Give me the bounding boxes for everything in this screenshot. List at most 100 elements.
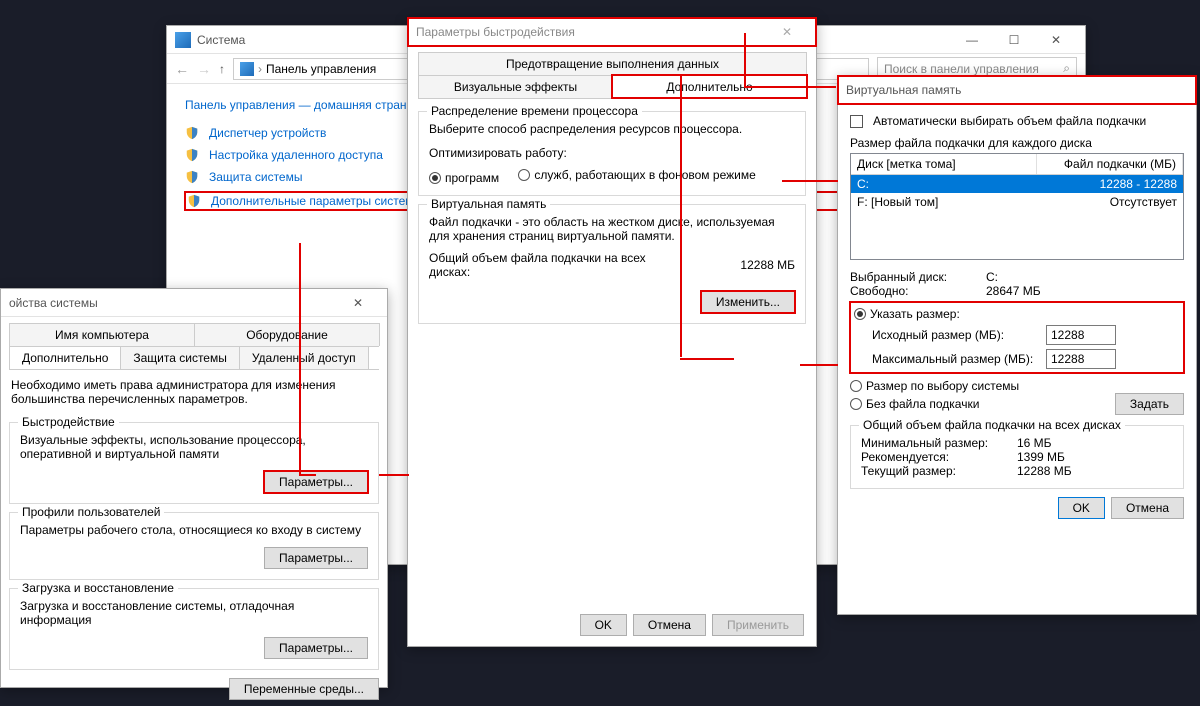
window-title: ойства системы [9, 296, 337, 310]
virtual-memory-window: Виртуальная память Автоматически выбират… [837, 75, 1197, 615]
annotation-line [680, 358, 734, 360]
radio-dot-icon [429, 172, 441, 184]
tab-computer-name[interactable]: Имя компьютера [9, 323, 195, 346]
startup-group: Загрузка и восстановление Загрузка и вос… [9, 588, 379, 670]
tab-hardware[interactable]: Оборудование [194, 323, 380, 346]
tab-dep[interactable]: Предотвращение выполнения данных [418, 52, 807, 75]
performance-options-window: Параметры быстродействия Предотвращение … [407, 17, 817, 647]
max-size-input[interactable] [1046, 349, 1116, 369]
close-button[interactable] [766, 19, 808, 45]
drive-label: C: [857, 177, 1038, 191]
virtual-memory-group: Виртуальная память Файл подкачки - это о… [418, 204, 806, 324]
cancel-button[interactable]: Отмена [633, 614, 706, 636]
tab-visual[interactable]: Визуальные эффекты [418, 75, 613, 98]
col-drive: Диск [метка тома] [851, 154, 1037, 174]
window-title: Виртуальная память [846, 83, 1188, 97]
no-paging-row: Без файла подкачки Задать [850, 393, 1184, 415]
drive-size: 12288 - 12288 [1038, 177, 1177, 191]
env-vars-button[interactable]: Переменные среды... [229, 678, 379, 700]
min-label: Минимальный размер: [861, 436, 1011, 450]
tab-remote[interactable]: Удаленный доступ [239, 346, 369, 369]
radio-dot-icon [854, 308, 866, 320]
selected-drive-label: Выбранный диск: [850, 270, 980, 284]
ok-button[interactable]: OK [580, 614, 627, 636]
group-title: Быстродействие [18, 415, 119, 429]
rec-label: Рекомендуется: [861, 450, 1011, 464]
breadcrumb[interactable]: Панель управления [266, 62, 376, 76]
radio-custom-size[interactable]: Указать размер: [854, 307, 960, 321]
radio-programs[interactable]: программ [429, 171, 499, 185]
change-button[interactable]: Изменить... [701, 291, 795, 313]
up-button[interactable]: ↑ [219, 62, 225, 76]
tab-advanced[interactable]: Дополнительно [9, 346, 121, 369]
minimize-button[interactable] [951, 27, 993, 53]
radio-no-paging[interactable]: Без файла подкачки [850, 397, 1093, 411]
optimize-options: программ служб, работающих в фоновом реж… [429, 168, 795, 185]
dialog-body: Имя компьютера Оборудование Дополнительн… [1, 317, 387, 706]
cpu-scheduling-group: Распределение времени процессора Выберит… [418, 111, 806, 196]
profiles-params-button[interactable]: Параметры... [264, 547, 368, 569]
radio-label: Размер по выбору системы [866, 379, 1019, 393]
dialog-body: Автоматически выбирать объем файла подка… [838, 104, 1196, 529]
total-group: Общий объем файла подкачки на всех диска… [850, 425, 1184, 489]
annotation-line [744, 33, 746, 88]
sidebar-item-label: Дополнительные параметры системы [211, 194, 422, 208]
forward-button[interactable]: → [197, 61, 211, 77]
annotation-line [782, 180, 838, 182]
profiles-group: Профили пользователей Параметры рабочего… [9, 512, 379, 580]
cpu-desc: Выберите способ распределения ресурсов п… [429, 122, 795, 136]
profiles-desc: Параметры рабочего стола, относящиеся ко… [20, 523, 368, 537]
annotation-line [680, 75, 682, 357]
set-button[interactable]: Задать [1115, 393, 1184, 415]
radio-services[interactable]: служб, работающих в фоновом режиме [518, 168, 755, 182]
annotation-line [800, 364, 838, 366]
optimize-label: Оптимизировать работу: [429, 146, 795, 160]
tab-row-bottom: Дополнительно Защита системы Удаленный д… [9, 346, 379, 370]
radio-dot-icon [850, 398, 862, 410]
titlebar: Виртуальная память [838, 76, 1196, 104]
radio-dot-icon [518, 169, 530, 181]
vm-total-value: 12288 МБ [740, 258, 795, 272]
search-icon: ⌕ [1063, 61, 1070, 76]
group-title: Профили пользователей [18, 505, 164, 519]
dialog-body: Предотвращение выполнения данных Визуаль… [408, 46, 816, 338]
sidebar-item-label: Диспетчер устройств [209, 126, 326, 140]
annotation-line [744, 86, 836, 88]
ok-button[interactable]: OK [1058, 497, 1105, 519]
shield-icon [185, 148, 199, 162]
back-button[interactable]: ← [175, 61, 189, 77]
performance-params-button[interactable]: Параметры... [264, 471, 368, 493]
free-value: 28647 МБ [986, 284, 1041, 298]
group-title: Виртуальная память [427, 197, 550, 211]
apply-button[interactable]: Применить [712, 614, 804, 636]
annotation-line [299, 474, 316, 476]
drive-row-f[interactable]: F: [Новый том] Отсутствует [851, 193, 1183, 211]
radio-system-managed[interactable]: Размер по выбору системы [850, 379, 1168, 393]
drive-label: F: [Новый том] [857, 195, 1038, 209]
group-title: Общий объем файла подкачки на всех диска… [859, 418, 1125, 432]
admin-note: Необходимо иметь права администратора дл… [9, 370, 379, 414]
startup-params-button[interactable]: Параметры... [264, 637, 368, 659]
initial-size-label: Исходный размер (МБ): [872, 328, 1040, 342]
drive-list[interactable]: Диск [метка тома] Файл подкачки (МБ) C: … [850, 153, 1184, 260]
radio-label: Без файла подкачки [866, 397, 979, 411]
max-size-label: Максимальный размер (МБ): [872, 352, 1040, 366]
tab-protection[interactable]: Защита системы [120, 346, 239, 369]
close-button[interactable] [337, 290, 379, 316]
selected-drive-value: C: [986, 270, 998, 284]
maximize-button[interactable] [993, 27, 1035, 53]
drive-size: Отсутствует [1038, 195, 1177, 209]
drive-list-header: Диск [метка тома] Файл подкачки (МБ) [851, 154, 1183, 175]
shield-icon [185, 170, 199, 184]
close-button[interactable] [1035, 27, 1077, 53]
tab-row-top: Предотвращение выполнения данных [418, 52, 806, 76]
vm-desc: Файл подкачки - это область на жестком д… [429, 215, 795, 243]
auto-manage-row[interactable]: Автоматически выбирать объем файла подка… [850, 114, 1184, 128]
cur-value: 12288 МБ [1017, 464, 1072, 478]
radio-label: Указать размер: [870, 307, 960, 321]
cancel-button[interactable]: Отмена [1111, 497, 1184, 519]
initial-size-input[interactable] [1046, 325, 1116, 345]
sidebar-item-label: Настройка удаленного доступа [209, 148, 383, 162]
titlebar: ойства системы [1, 289, 387, 317]
drive-row-c[interactable]: C: 12288 - 12288 [851, 175, 1183, 193]
